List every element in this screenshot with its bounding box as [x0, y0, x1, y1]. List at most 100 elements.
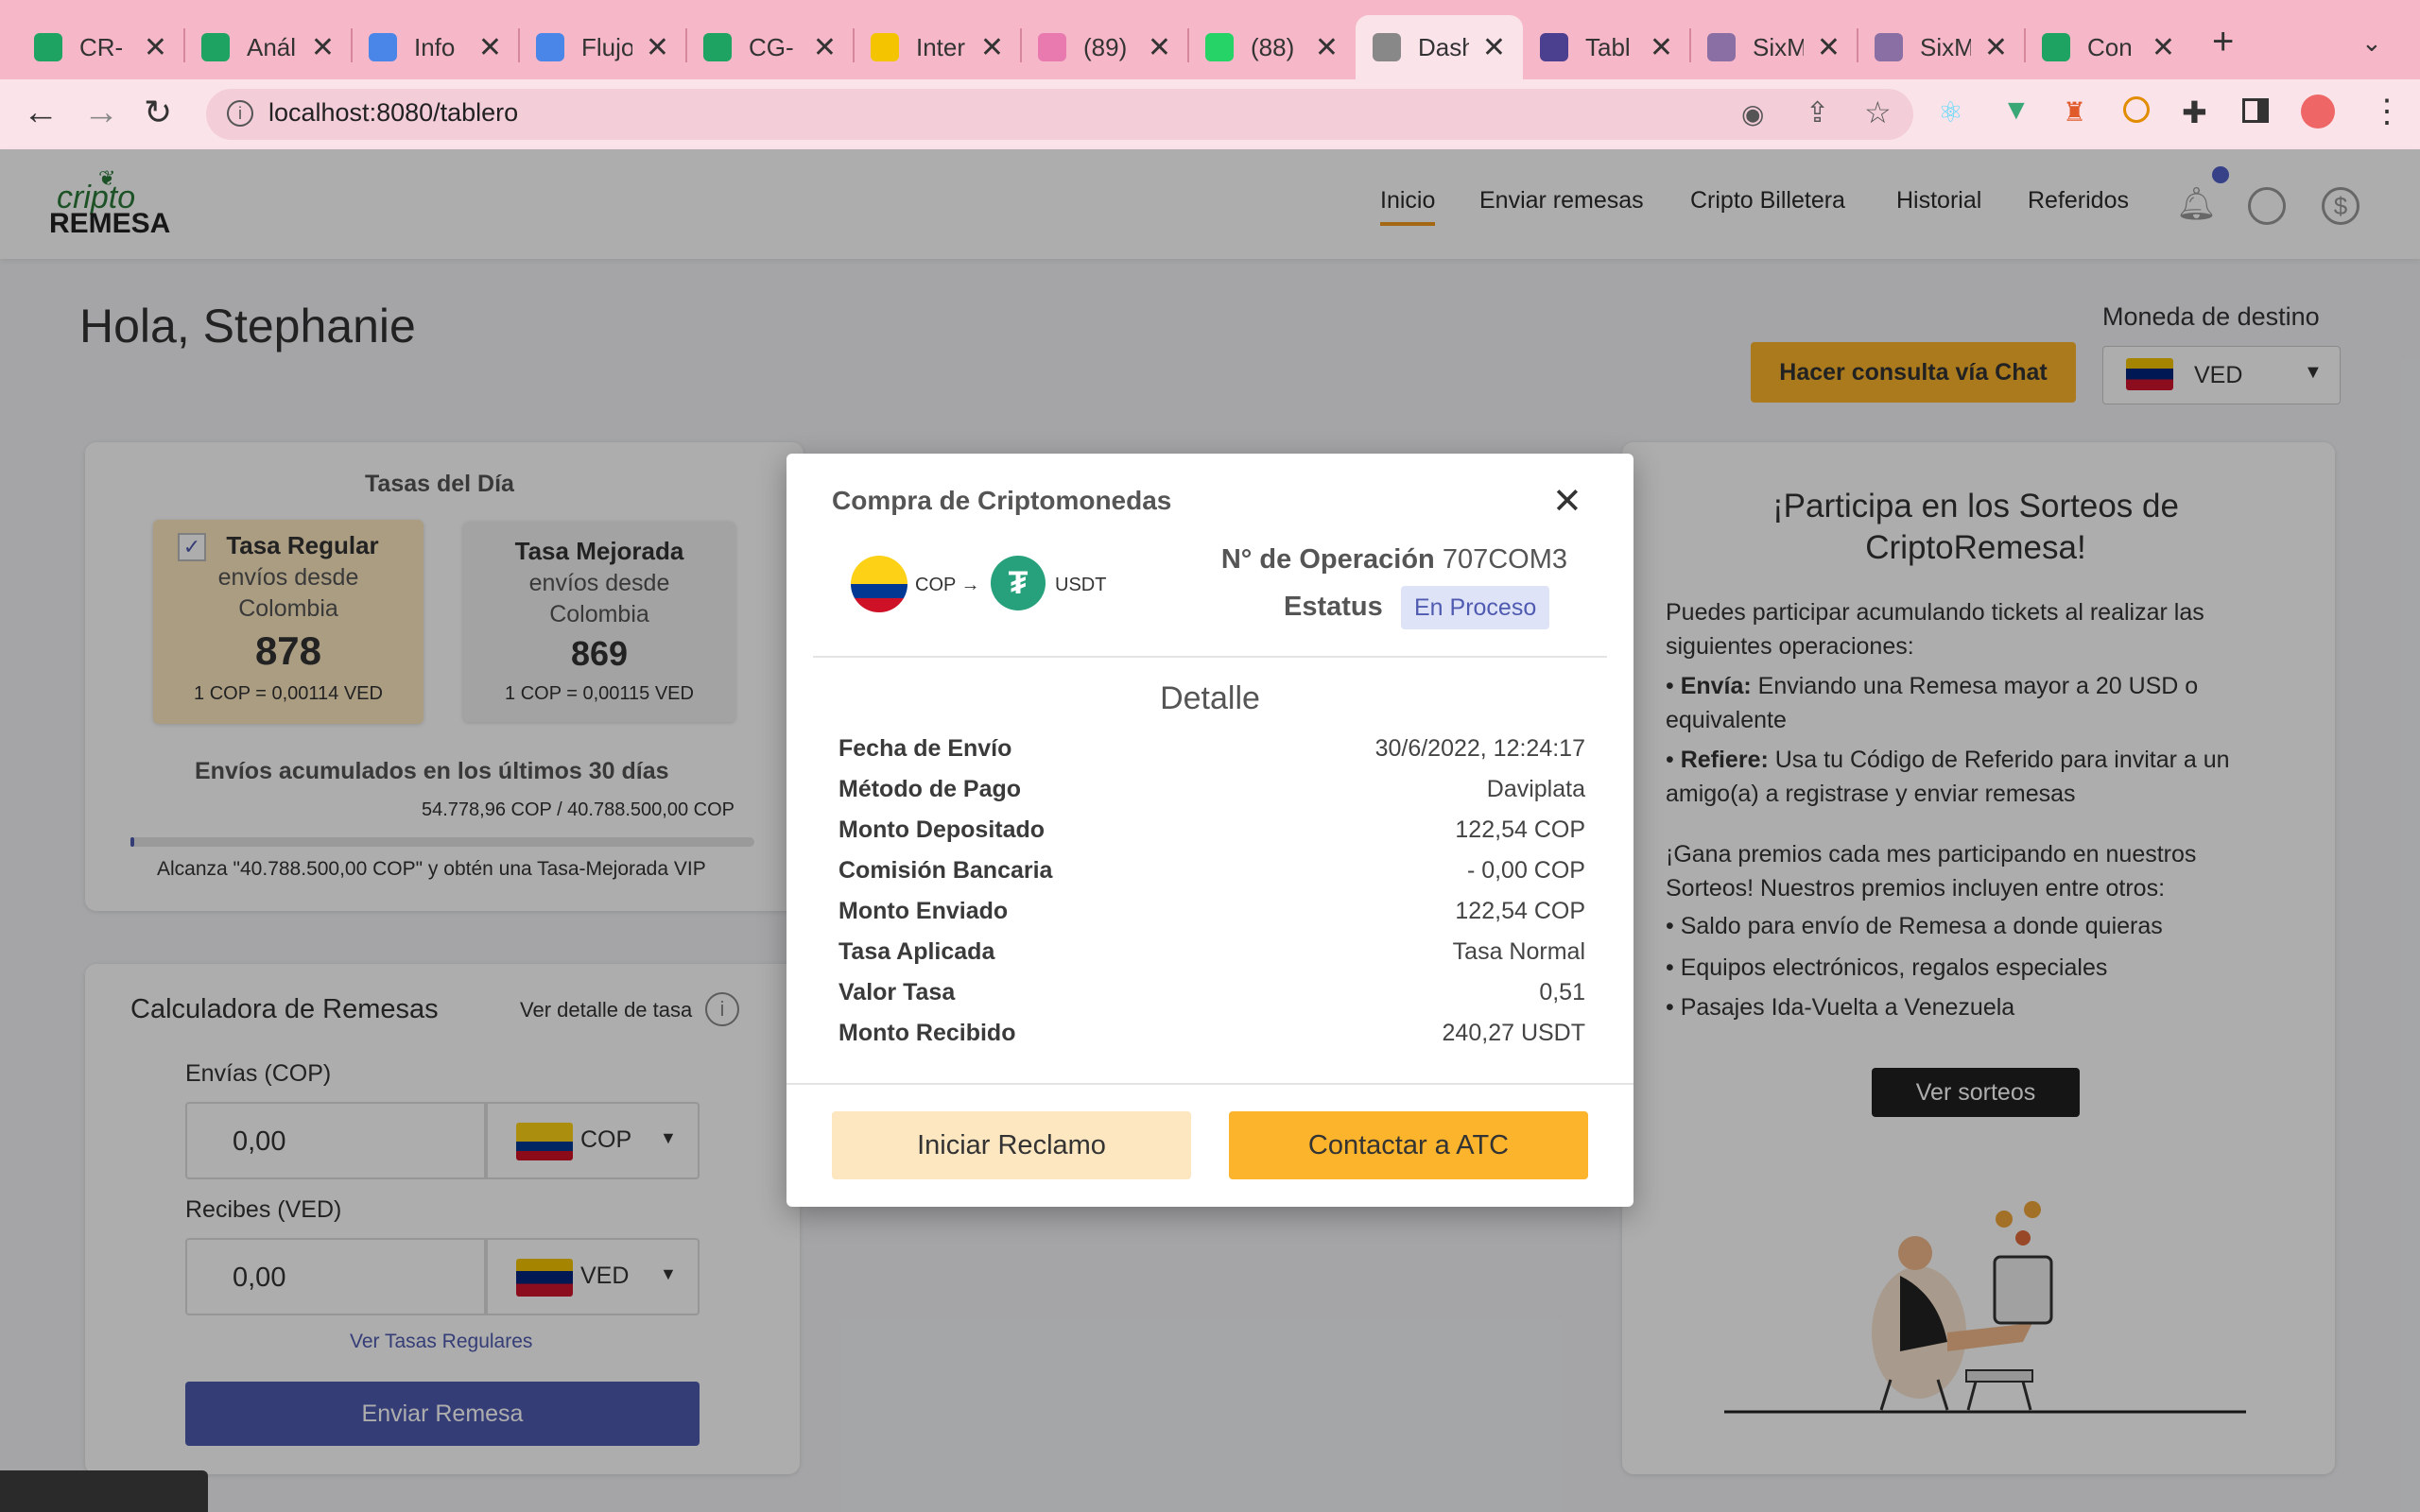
extension-circle-icon[interactable] — [2123, 96, 2150, 123]
browser-tab[interactable]: SixM ✕ — [1858, 15, 2025, 79]
browser-tab[interactable]: Con ✕ — [2025, 15, 2192, 79]
colombia-coin-icon — [851, 556, 908, 612]
tab-close-icon[interactable]: ✕ — [1650, 31, 1673, 64]
browser-tab[interactable]: CG- ✕ — [686, 15, 854, 79]
divider — [786, 1083, 1634, 1085]
tab-close-icon[interactable]: ✕ — [1817, 31, 1841, 64]
detail-value: Tasa Normal — [1452, 938, 1585, 965]
tab-favicon-icon — [1540, 33, 1568, 61]
browser-tab[interactable]: Info ✕ — [352, 15, 519, 79]
browser-tab[interactable]: SixM ✕ — [1690, 15, 1858, 79]
detail-value: - 0,00 COP — [1466, 857, 1585, 884]
detail-row: Monto Recibido 240,27 USDT — [838, 1020, 1585, 1057]
tab-close-icon[interactable]: ✕ — [144, 31, 167, 64]
tab-close-icon[interactable]: ✕ — [2152, 31, 2175, 64]
browser-tab[interactable]: CR- ✕ — [17, 15, 184, 79]
url-text[interactable]: localhost:8080/tablero — [268, 98, 518, 128]
tab-title: Info — [414, 32, 456, 61]
vue-devtools-icon[interactable]: ▼ — [2002, 94, 2031, 127]
browser-tab[interactable]: Flujo ✕ — [519, 15, 686, 79]
tab-separator — [1857, 28, 1858, 62]
tab-favicon-icon — [34, 33, 62, 61]
bookmark-star-icon[interactable]: ☆ — [1864, 94, 1892, 130]
operation-number-value: 707COM3 — [1442, 544, 1567, 575]
tab-favicon-icon — [1373, 33, 1401, 61]
tab-favicon-icon — [201, 33, 230, 61]
tab-favicon-icon — [1205, 33, 1234, 61]
detail-row: Monto Depositado 122,54 COP — [838, 816, 1585, 854]
tab-title: (88) — [1251, 32, 1295, 61]
back-icon[interactable]: ← — [23, 93, 59, 133]
browser-tab[interactable]: (88) ✕ — [1188, 15, 1356, 79]
site-info-icon[interactable]: i — [227, 100, 253, 127]
extension-icon[interactable]: ♜ — [2063, 96, 2086, 128]
detail-value: 0,51 — [1539, 979, 1585, 1005]
detail-row: Valor Tasa 0,51 — [838, 979, 1585, 1017]
tab-favicon-icon — [1707, 33, 1736, 61]
browser-tab[interactable]: Anál ✕ — [184, 15, 352, 79]
react-devtools-icon[interactable]: ⚛ — [1938, 96, 1963, 129]
tab-close-icon[interactable]: ✕ — [1984, 31, 2008, 64]
tab-separator — [2024, 28, 2026, 62]
tab-favicon-icon — [871, 33, 899, 61]
tab-close-icon[interactable]: ✕ — [813, 31, 837, 64]
new-tab-button[interactable]: + — [2212, 21, 2234, 63]
tab-title: CG- — [749, 32, 794, 61]
start-claim-button[interactable]: Iniciar Reclamo — [832, 1111, 1191, 1179]
tab-title: SixM — [1753, 32, 1804, 61]
detail-value: 122,54 COP — [1455, 898, 1585, 924]
tab-search-chevron-icon[interactable]: ⌄ — [2361, 28, 2382, 58]
detail-key: Monto Depositado — [838, 816, 1046, 843]
detail-key: Valor Tasa — [838, 979, 956, 1005]
tab-title: (89) — [1083, 32, 1128, 61]
browser-tab[interactable]: (89) ✕ — [1021, 15, 1188, 79]
detail-title: Detalle — [1160, 680, 1260, 716]
tab-close-icon[interactable]: ✕ — [311, 31, 335, 64]
menu-kebab-icon[interactable]: ⋮ — [2371, 93, 2403, 130]
tab-separator — [518, 28, 520, 62]
browser-tab[interactable]: Inter ✕ — [854, 15, 1021, 79]
tab-favicon-icon — [703, 33, 732, 61]
tab-close-icon[interactable]: ✕ — [980, 31, 1004, 64]
detail-key: Monto Recibido — [838, 1020, 1016, 1046]
tab-title: Flujo — [581, 32, 632, 61]
tab-title: Con — [2087, 32, 2133, 61]
tab-close-icon[interactable]: ✕ — [646, 31, 669, 64]
tab-separator — [351, 28, 353, 62]
detail-row: Método de Pago Daviplata — [838, 776, 1585, 814]
tab-favicon-icon — [369, 33, 397, 61]
bottom-left-dark-bar — [0, 1470, 208, 1512]
tab-separator — [1187, 28, 1189, 62]
browser-tab[interactable]: Dash ✕ — [1356, 15, 1523, 79]
status-badge: En Proceso — [1401, 586, 1550, 629]
tab-close-icon[interactable]: ✕ — [1315, 31, 1339, 64]
browser-tab[interactable]: Tabl ✕ — [1523, 15, 1690, 79]
tab-favicon-icon — [1875, 33, 1903, 61]
detail-key: Tasa Aplicada — [838, 938, 995, 965]
tab-close-icon[interactable]: ✕ — [1482, 31, 1506, 64]
detail-key: Método de Pago — [838, 776, 1022, 802]
modal-title: Compra de Criptomonedas — [832, 486, 1172, 515]
tab-separator — [853, 28, 855, 62]
share-icon[interactable]: ⇪ — [1806, 96, 1829, 129]
tab-title: CR- — [79, 32, 124, 61]
profile-avatar[interactable] — [2301, 94, 2335, 129]
reload-icon[interactable]: ↻ — [144, 93, 172, 132]
tab-favicon-icon — [1038, 33, 1066, 61]
detail-row: Fecha de Envío 30/6/2022, 12:24:17 — [838, 735, 1585, 773]
side-panel-icon[interactable] — [2242, 98, 2269, 123]
contact-atc-button[interactable]: Contactar a ATC — [1229, 1111, 1588, 1179]
tab-close-icon[interactable]: ✕ — [478, 31, 502, 64]
status-label: Estatus — [1284, 592, 1383, 622]
close-icon[interactable]: ✕ — [1552, 480, 1582, 523]
tab-title: Tabl — [1585, 32, 1631, 61]
purchase-detail-modal: Compra de Criptomonedas ✕ COP → ₮ USDT N… — [786, 454, 1634, 1207]
puzzle-icon[interactable]: ✚ — [2182, 94, 2207, 130]
forward-icon[interactable]: → — [83, 93, 119, 133]
detail-value: 30/6/2022, 12:24:17 — [1374, 735, 1585, 762]
tab-separator — [183, 28, 185, 62]
tab-close-icon[interactable]: ✕ — [1148, 31, 1171, 64]
detail-key: Comisión Bancaria — [838, 857, 1053, 884]
eye-icon[interactable]: ◉ — [1741, 98, 1764, 129]
detail-value: 240,27 USDT — [1442, 1020, 1585, 1046]
